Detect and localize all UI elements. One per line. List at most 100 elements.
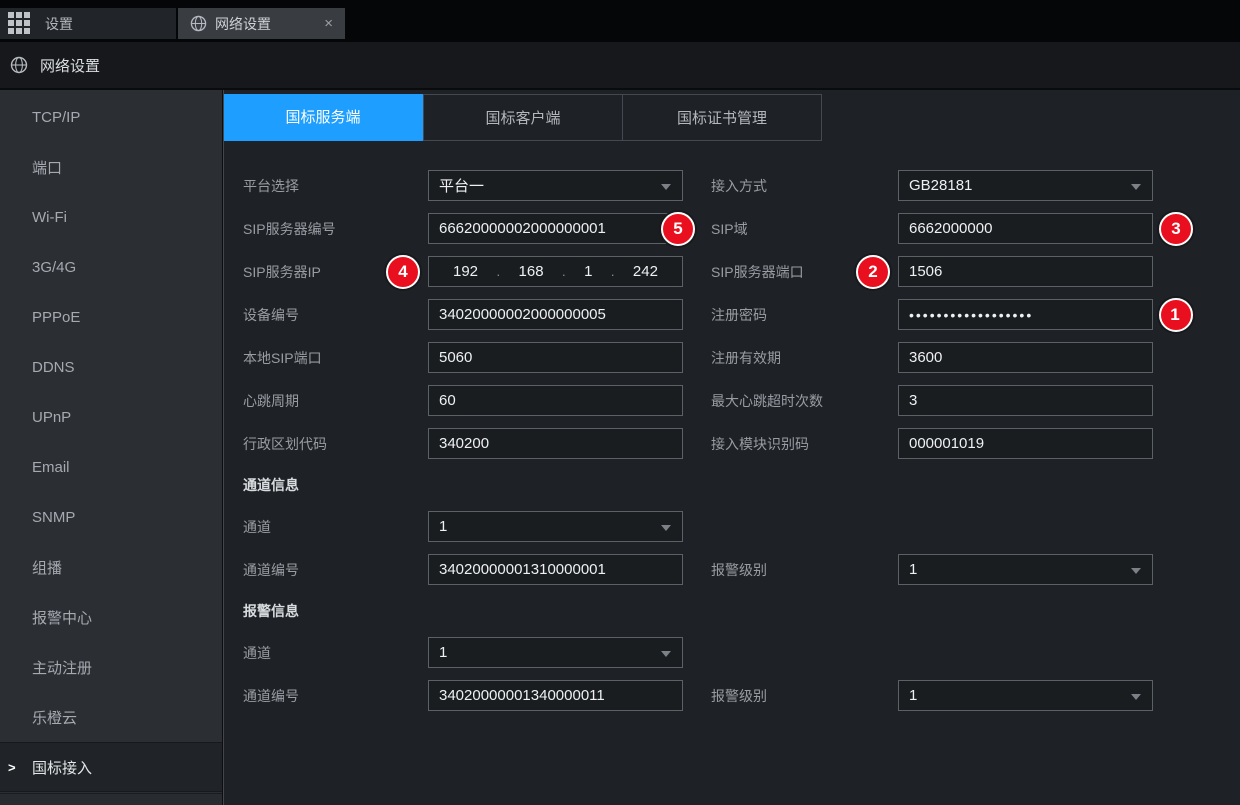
page-header: 网络设置 bbox=[0, 42, 1240, 90]
window-tab-label: 网络设置 bbox=[215, 14, 271, 34]
window-titlebar: 设置 网络设置 × bbox=[0, 0, 1240, 42]
gb-server-form: 平台选择 平台一 接入方式 GB28181 SIP服务器编号 666200000… bbox=[243, 164, 1240, 717]
sidebar-item-auto-register[interactable]: 主动注册 bbox=[0, 642, 222, 692]
annotation-badge-4: 4 bbox=[386, 255, 420, 289]
form-row: 设备编号 34020000002000000005 注册密码 •••••••••… bbox=[243, 293, 1240, 336]
sidebar-item-label: SNMP bbox=[32, 509, 75, 526]
sidebar-item-multicast[interactable]: 组播 bbox=[0, 542, 222, 592]
globe-icon bbox=[190, 15, 207, 32]
input-value: 340200 bbox=[439, 435, 489, 452]
grid-menu-icon[interactable] bbox=[8, 12, 31, 35]
chevron-down-icon bbox=[661, 525, 671, 531]
sidebar-item-3g4g[interactable]: 3G/4G bbox=[0, 242, 222, 292]
chevron-down-icon bbox=[1131, 184, 1141, 190]
sidebar-item-email[interactable]: Email bbox=[0, 442, 222, 492]
select-value: 1 bbox=[909, 561, 917, 578]
tab-gb-cert-management[interactable]: 国标证书管理 bbox=[622, 94, 822, 141]
input-value: 34020000001340000011 bbox=[439, 687, 605, 704]
sidebar-bottom-strip bbox=[0, 793, 222, 805]
sip-server-id-input[interactable]: 66620000002000000001 5 bbox=[428, 213, 683, 244]
chevron-right-icon: > bbox=[8, 760, 16, 775]
input-value: 3600 bbox=[909, 349, 942, 366]
sidebar-item-label: 3G/4G bbox=[32, 259, 76, 276]
sidebar-item-port[interactable]: 端口 bbox=[0, 142, 222, 192]
form-row: 心跳周期 60 最大心跳超时次数 3 bbox=[243, 379, 1240, 422]
device-id-input[interactable]: 34020000002000000005 bbox=[428, 299, 683, 330]
channel-id-label: 通道编号 bbox=[243, 560, 428, 580]
window-tab-settings[interactable]: 设置 bbox=[0, 8, 176, 39]
ip-separator: . bbox=[611, 264, 615, 279]
content-panel: 国标服务端 国标客户端 国标证书管理 平台选择 平台一 接入方式 GB28181 bbox=[222, 90, 1240, 805]
admin-region-code-input[interactable]: 340200 bbox=[428, 428, 683, 459]
ip-octet-2[interactable]: 168 bbox=[519, 263, 544, 280]
channel-label: 通道 bbox=[243, 517, 428, 537]
sidebar-item-upnp[interactable]: UPnP bbox=[0, 392, 222, 442]
sip-server-port-input[interactable]: 1506 2 bbox=[898, 256, 1153, 287]
channel-info-alarm-level-select[interactable]: 1 bbox=[898, 554, 1153, 585]
max-heartbeat-timeout-label: 最大心跳超时次数 bbox=[711, 391, 898, 411]
input-value: 34020000002000000005 bbox=[439, 306, 606, 323]
sidebar-item-snmp[interactable]: SNMP bbox=[0, 492, 222, 542]
tab-gb-client[interactable]: 国标客户端 bbox=[423, 94, 623, 141]
access-type-label: 接入方式 bbox=[711, 176, 898, 196]
local-sip-port-label: 本地SIP端口 bbox=[243, 348, 428, 368]
sidebar-item-label: 组播 bbox=[32, 557, 62, 578]
register-password-input[interactable]: •••••••••••••••••• 1 bbox=[898, 299, 1153, 330]
ip-octet-4[interactable]: 242 bbox=[633, 263, 658, 280]
ip-octet-1[interactable]: 192 bbox=[453, 263, 478, 280]
input-value: 5060 bbox=[439, 349, 472, 366]
alarm-level-label: 报警级别 bbox=[711, 686, 898, 706]
window-tabs: 设置 网络设置 × bbox=[0, 8, 345, 39]
select-value: 1 bbox=[439, 644, 447, 661]
max-heartbeat-timeout-input[interactable]: 3 bbox=[898, 385, 1153, 416]
sidebar-item-gb28181[interactable]: > 国标接入 bbox=[0, 742, 222, 792]
sip-server-ip-input[interactable]: 192 . 168 . 1 . 242 4 bbox=[428, 256, 683, 287]
ip-octet-3[interactable]: 1 bbox=[584, 263, 592, 280]
channel-info-channel-id-input[interactable]: 34020000001310000001 bbox=[428, 554, 683, 585]
access-module-id-input[interactable]: 000001019 bbox=[898, 428, 1153, 459]
form-row: 通道 1 bbox=[243, 505, 1240, 548]
sip-server-id-label: SIP服务器编号 bbox=[243, 219, 428, 239]
annotation-badge-1: 1 bbox=[1159, 298, 1193, 332]
input-value: 66620000002000000001 bbox=[439, 220, 606, 237]
sidebar-item-wifi[interactable]: Wi-Fi bbox=[0, 192, 222, 242]
form-row: SIP服务器编号 66620000002000000001 5 SIP域 666… bbox=[243, 207, 1240, 250]
alarm-info-section-title: 报警信息 bbox=[243, 591, 1240, 631]
channel-label: 通道 bbox=[243, 643, 428, 663]
sidebar-item-ddns[interactable]: DDNS bbox=[0, 342, 222, 392]
close-icon[interactable]: × bbox=[324, 16, 333, 31]
form-row: 通道 1 bbox=[243, 631, 1240, 674]
alarm-info-channel-select[interactable]: 1 bbox=[428, 637, 683, 668]
chevron-down-icon bbox=[1131, 694, 1141, 700]
input-value: 60 bbox=[439, 392, 456, 409]
select-value: GB28181 bbox=[909, 177, 972, 194]
window-tab-network-settings[interactable]: 网络设置 × bbox=[178, 8, 345, 39]
input-value: 34020000001310000001 bbox=[439, 561, 606, 578]
annotation-badge-5: 5 bbox=[661, 212, 695, 246]
sidebar-item-label: 乐橙云 bbox=[32, 707, 77, 728]
local-sip-port-input[interactable]: 5060 bbox=[428, 342, 683, 373]
tab-gb-server[interactable]: 国标服务端 bbox=[223, 94, 423, 141]
register-valid-period-input[interactable]: 3600 bbox=[898, 342, 1153, 373]
platform-label: 平台选择 bbox=[243, 176, 428, 196]
access-type-select[interactable]: GB28181 bbox=[898, 170, 1153, 201]
alarm-info-alarm-level-select[interactable]: 1 bbox=[898, 680, 1153, 711]
select-value: 1 bbox=[909, 687, 917, 704]
alarm-info-channel-id-input[interactable]: 34020000001340000011 bbox=[428, 680, 683, 711]
page-title: 网络设置 bbox=[40, 55, 100, 76]
sidebar-item-pppoe[interactable]: PPPoE bbox=[0, 292, 222, 342]
sidebar-item-label: 端口 bbox=[32, 157, 62, 178]
sip-domain-label: SIP域 bbox=[711, 219, 898, 239]
chevron-down-icon bbox=[661, 184, 671, 190]
chevron-down-icon bbox=[661, 651, 671, 657]
form-row: 本地SIP端口 5060 注册有效期 3600 bbox=[243, 336, 1240, 379]
platform-select[interactable]: 平台一 bbox=[428, 170, 683, 201]
heartbeat-period-input[interactable]: 60 bbox=[428, 385, 683, 416]
sidebar-item-alarm-center[interactable]: 报警中心 bbox=[0, 592, 222, 642]
sidebar-item-tcpip[interactable]: TCP/IP bbox=[0, 92, 222, 142]
sidebar-item-lechange[interactable]: 乐橙云 bbox=[0, 692, 222, 742]
channel-info-channel-select[interactable]: 1 bbox=[428, 511, 683, 542]
form-row: 平台选择 平台一 接入方式 GB28181 bbox=[243, 164, 1240, 207]
globe-icon bbox=[10, 56, 28, 74]
sip-domain-input[interactable]: 6662000000 3 bbox=[898, 213, 1153, 244]
